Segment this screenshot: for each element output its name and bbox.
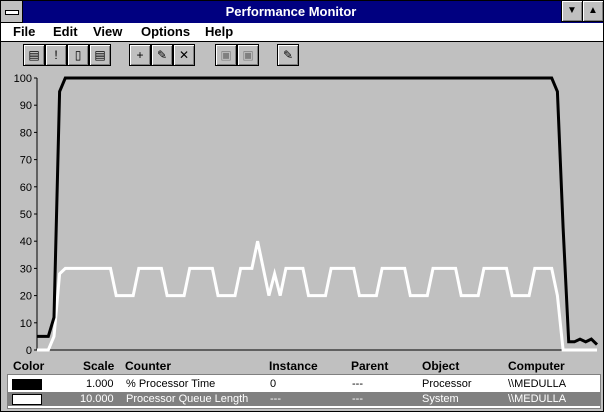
legend-header-computer: Computer [508, 359, 565, 373]
maximize-button[interactable]: ▲ [582, 1, 603, 22]
y-tick-label: 90 [20, 100, 32, 112]
y-tick-label: 80 [20, 127, 32, 139]
edit-counter-button[interactable]: ✎ [151, 44, 173, 66]
legend-row-queue-length[interactable]: 10.000 Processor Queue Length --- --- Sy… [8, 392, 600, 406]
y-tick-label: 10 [20, 318, 32, 330]
y-tick-label: 100 [14, 73, 32, 85]
window-title: Performance Monitor [225, 4, 357, 19]
report-view-button[interactable]: ▤ [89, 44, 111, 66]
alert-view-button[interactable]: ! [45, 44, 67, 66]
log-view-button[interactable]: ▯ [67, 44, 89, 66]
y-tick-label: 50 [20, 209, 32, 221]
legend-color-swatch [12, 379, 42, 390]
legend-computer: \\MEDULLA [508, 378, 567, 390]
legend-parent: --- [352, 378, 363, 390]
menu-file[interactable]: File [13, 24, 35, 39]
legend-header-scale: Scale [83, 359, 115, 373]
performance-monitor-window: Performance Monitor ▼ ▲ File Edit View O… [0, 0, 604, 412]
legend-header: Color Scale Counter Instance Parent Obje… [1, 357, 603, 373]
system-menu-button[interactable] [1, 1, 23, 23]
menu-help[interactable]: Help [205, 24, 233, 39]
legend-parent: --- [352, 393, 363, 405]
y-tick-label: 20 [20, 291, 32, 303]
toolbar: ▤! ▯ ▤ + ✎ ✕ ▣ ▣ ✎ [1, 42, 603, 68]
legend-instance: --- [270, 393, 281, 405]
menu-view[interactable]: View [93, 24, 122, 39]
legend-scale: 10.000 [80, 393, 114, 405]
legend-row-processor-time[interactable]: 1.000 % Processor Time 0 --- Processor \… [8, 377, 600, 391]
legend-object: System [422, 393, 459, 405]
system-menu-icon [5, 10, 19, 15]
y-tick-label: 70 [20, 155, 32, 167]
legend-scale: 1.000 [86, 378, 114, 390]
y-tick-label: 30 [20, 263, 32, 275]
legend-header-parent: Parent [351, 359, 389, 373]
legend-computer: \\MEDULLA [508, 393, 567, 405]
delete-counter-button[interactable]: ✕ [173, 44, 195, 66]
plot-area [37, 78, 597, 350]
y-tick-label: 0 [26, 345, 32, 355]
bookmark-button[interactable]: ▣ [237, 44, 259, 66]
legend-header-counter: Counter [125, 359, 171, 373]
legend-counter: % Processor Time [126, 378, 216, 390]
options-button[interactable]: ✎ [277, 44, 299, 66]
legend-color-swatch [12, 394, 42, 405]
legend-counter: Processor Queue Length [126, 393, 249, 405]
menu-edit[interactable]: Edit [53, 24, 78, 39]
legend-header-color: Color [13, 359, 45, 373]
legend-header-object: Object [422, 359, 460, 373]
menu-bar: File Edit View Options Help [1, 23, 603, 42]
update-now-button[interactable]: ▣ [215, 44, 237, 66]
title-bar[interactable]: Performance Monitor ▼ ▲ [1, 1, 603, 23]
performance-chart: 0 10 20 30 40 50 60 70 80 90 100 [14, 73, 599, 355]
add-counter-button[interactable]: + [129, 44, 151, 66]
y-tick-label: 40 [20, 236, 32, 248]
minimize-button[interactable]: ▼ [561, 1, 582, 22]
legend-instance: 0 [270, 378, 277, 390]
chart-view-button[interactable]: ▤ [23, 44, 45, 66]
legend-header-instance: Instance [269, 359, 318, 373]
menu-options[interactable]: Options [141, 24, 190, 39]
legend-object: Processor [422, 378, 472, 390]
y-tick-label: 60 [20, 182, 32, 194]
legend-list: 1.000 % Processor Time 0 --- Processor \… [7, 374, 601, 409]
